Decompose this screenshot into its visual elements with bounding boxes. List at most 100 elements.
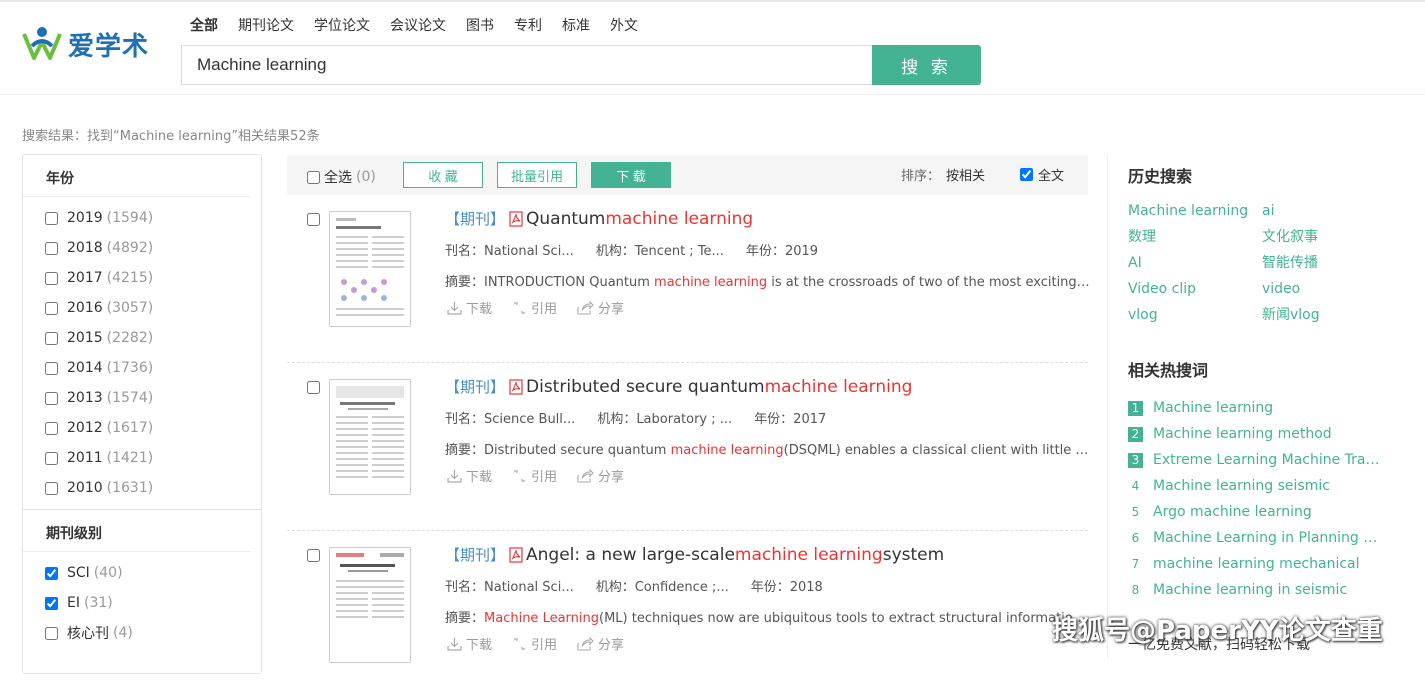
tab-standard[interactable]: 标准 <box>562 15 590 35</box>
year-option[interactable]: 2013 (1574) <box>23 383 261 413</box>
result-thumbnail[interactable] <box>329 379 411 495</box>
history-item[interactable]: 文化叙事 <box>1262 227 1388 253</box>
history-item[interactable]: 智能传播 <box>1262 253 1388 279</box>
hot-item[interactable]: 4 Machine learning seismic <box>1128 473 1408 499</box>
year-option[interactable]: 2010 (1631) <box>23 473 261 503</box>
share-action[interactable]: 分享 <box>577 634 624 653</box>
year-option[interactable]: 2019 (1594) <box>23 203 261 233</box>
level-option[interactable]: EI (31) <box>23 588 261 618</box>
result-type-tag: 【期刊】 <box>445 378 506 396</box>
select-count: (0) <box>356 169 376 185</box>
year-label: 2014 <box>67 360 103 376</box>
year-checkbox[interactable] <box>45 211 58 225</box>
batch-cite-button[interactable]: 批量引用 <box>497 162 577 188</box>
level-option[interactable]: 核心刊 (4) <box>23 618 261 648</box>
year-option[interactable]: 2017 (4215) <box>23 263 261 293</box>
tab-thesis[interactable]: 学位论文 <box>314 15 370 35</box>
journal-name: 刊名：National Sci... <box>445 580 574 595</box>
year-option[interactable]: 2014 (1736) <box>23 353 261 383</box>
hot-rank: 7 <box>1131 556 1140 571</box>
year-option[interactable]: 2018 (4892) <box>23 233 261 263</box>
select-all[interactable]: 全选 (0) <box>307 167 376 187</box>
result-type-tag: 【期刊】 <box>445 546 506 564</box>
level-checkbox[interactable] <box>45 566 58 580</box>
share-action[interactable]: 分享 <box>577 298 624 317</box>
pub-year: 年份：2018 <box>750 580 823 595</box>
search-input[interactable] <box>181 45 873 85</box>
title-highlight: machine learning <box>605 208 754 229</box>
title-text-tail: system <box>882 544 945 565</box>
result-checkbox[interactable] <box>307 213 320 226</box>
download-button[interactable]: 下 载 <box>591 162 671 188</box>
year-option[interactable]: 2015 (2282) <box>23 323 261 353</box>
year-checkbox[interactable] <box>45 361 58 375</box>
collect-button[interactable]: 收 藏 <box>403 162 483 188</box>
hot-item[interactable]: 8 Machine learning in seismic <box>1128 577 1408 603</box>
cite-action[interactable]: 引用 <box>512 298 557 317</box>
share-icon <box>577 300 594 315</box>
year-checkbox[interactable] <box>45 421 58 435</box>
tab-foreign[interactable]: 外文 <box>610 15 638 35</box>
history-item[interactable]: vlog <box>1128 305 1262 331</box>
result-checkbox[interactable] <box>307 381 320 394</box>
logo[interactable]: 爱学术 <box>20 24 149 64</box>
history-item[interactable]: video <box>1262 279 1388 305</box>
history-item[interactable]: Machine learning <box>1128 201 1262 227</box>
quote-icon <box>514 469 526 482</box>
tab-conference[interactable]: 会议论文 <box>390 15 446 35</box>
abstract-text: 摘要：INTRODUCTION Quantum <box>445 275 655 290</box>
tab-book[interactable]: 图书 <box>466 15 494 35</box>
fulltext-toggle[interactable]: 全文 <box>1020 165 1064 184</box>
history-item[interactable]: AI <box>1128 253 1262 279</box>
search-button[interactable]: 搜 索 <box>872 45 981 85</box>
hot-item[interactable]: 5 Argo machine learning <box>1128 499 1408 525</box>
tab-patent[interactable]: 专利 <box>514 15 542 35</box>
result-abstract: 摘要：Distributed secure quantum machine le… <box>445 439 1090 458</box>
tab-journal[interactable]: 期刊论文 <box>238 15 294 35</box>
tab-all[interactable]: 全部 <box>190 15 218 35</box>
hot-item[interactable]: 6 Machine Learning in Planning and ... <box>1128 525 1408 551</box>
year-checkbox[interactable] <box>45 451 58 465</box>
year-checkbox[interactable] <box>45 301 58 315</box>
result-checkbox[interactable] <box>307 549 320 562</box>
hot-item[interactable]: 7 machine learning mechanical <box>1128 551 1408 577</box>
result-title[interactable]: 【期刊】 Distributed secure quantum machine … <box>445 376 912 397</box>
hot-label: machine learning mechanical <box>1153 556 1360 572</box>
hot-item[interactable]: 2 Machine learning method <box>1128 421 1408 447</box>
result-thumbnail[interactable] <box>329 547 411 663</box>
fulltext-label: 全文 <box>1038 169 1065 184</box>
year-option[interactable]: 2012 (1617) <box>23 413 261 443</box>
year-checkbox[interactable] <box>45 391 58 405</box>
year-count: (4892) <box>106 240 154 256</box>
level-checkbox[interactable] <box>45 626 58 640</box>
history-item[interactable]: Video clip <box>1128 279 1262 305</box>
download-action[interactable]: 下载 <box>447 298 492 317</box>
result-thumbnail[interactable] <box>329 211 411 327</box>
fulltext-checkbox[interactable] <box>1020 168 1033 181</box>
history-item[interactable]: ai <box>1262 201 1388 227</box>
year-option[interactable]: 2016 (3057) <box>23 293 261 323</box>
year-checkbox[interactable] <box>45 331 58 345</box>
select-all-checkbox[interactable] <box>307 170 320 184</box>
share-action[interactable]: 分享 <box>577 466 624 485</box>
level-option[interactable]: SCI (40) <box>23 558 261 588</box>
pdf-icon <box>509 546 523 563</box>
download-action[interactable]: 下载 <box>447 634 492 653</box>
level-label: SCI <box>67 565 90 581</box>
level-checkbox[interactable] <box>45 596 58 610</box>
history-item[interactable]: 数理 <box>1128 227 1262 253</box>
year-option[interactable]: 2011 (1421) <box>23 443 261 473</box>
year-checkbox[interactable] <box>45 271 58 285</box>
sort-value[interactable]: 按相关 <box>946 169 985 184</box>
result-title[interactable]: 【期刊】 Angel: a new large-scale machine le… <box>445 544 944 565</box>
history-item[interactable]: 新闻vlog <box>1262 305 1388 331</box>
year-checkbox[interactable] <box>45 241 58 255</box>
cite-action[interactable]: 引用 <box>512 466 557 485</box>
download-action[interactable]: 下载 <box>447 466 492 485</box>
year-checkbox[interactable] <box>45 481 58 495</box>
sort-control[interactable]: 排序： 按相关 <box>901 165 985 184</box>
cite-action[interactable]: 引用 <box>512 634 557 653</box>
hot-item[interactable]: 1 Machine learning <box>1128 395 1408 421</box>
result-title[interactable]: 【期刊】 Quantum machine learning <box>445 208 753 229</box>
hot-item[interactable]: 3 Extreme Learning Machine Trading <box>1128 447 1408 473</box>
